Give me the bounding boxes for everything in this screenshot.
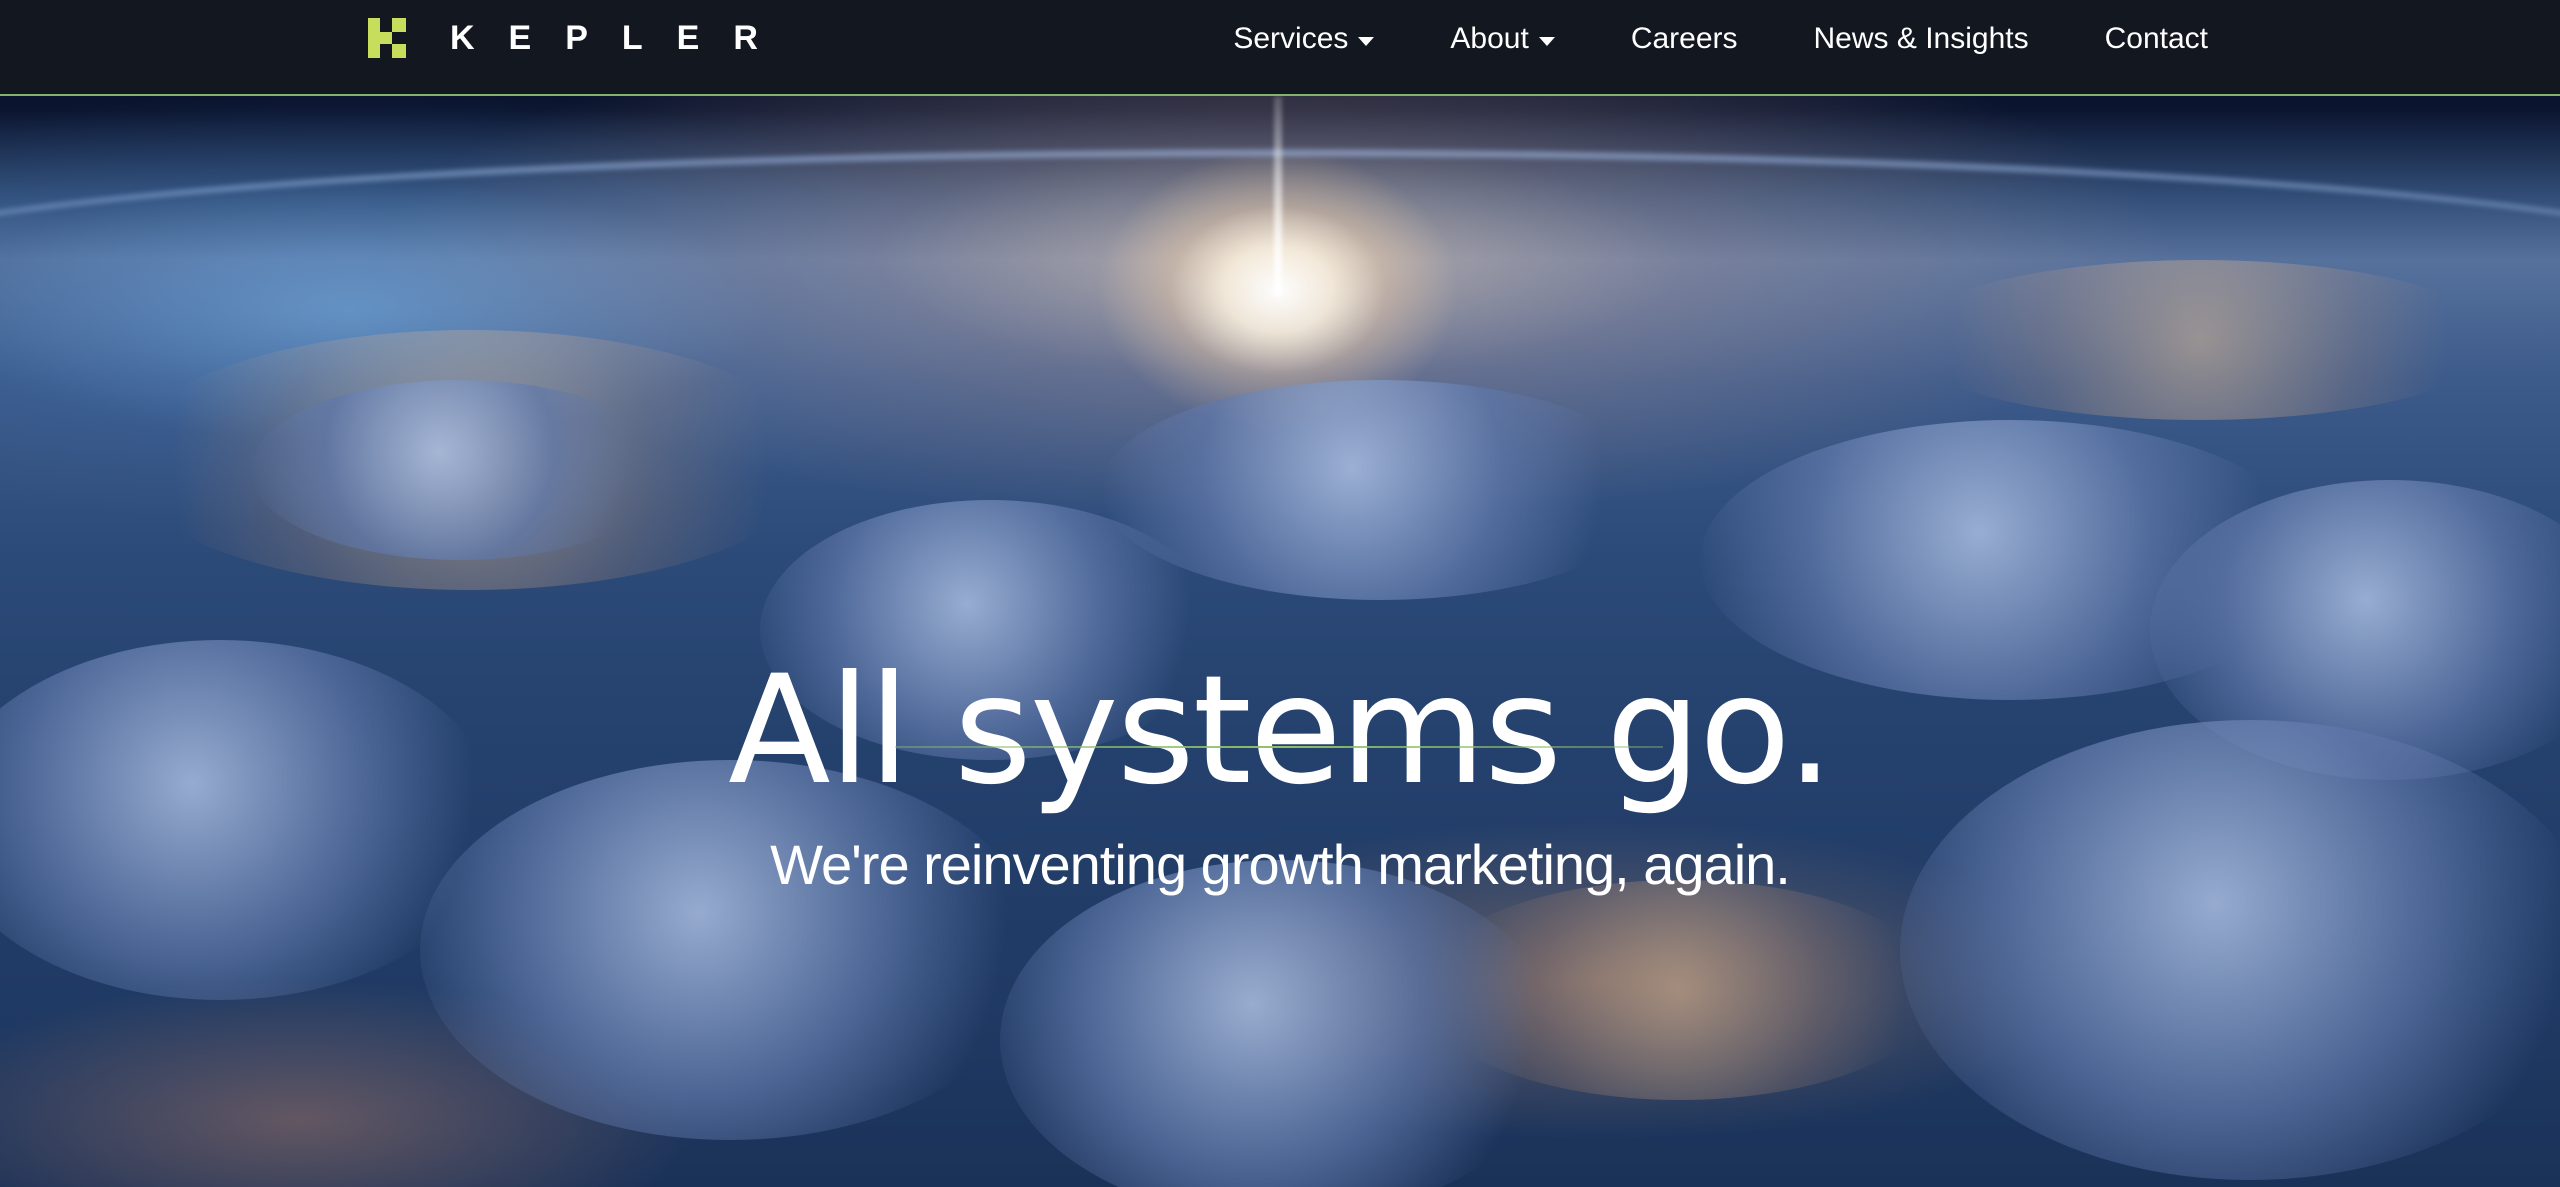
site-header: KEPLER Services About Careers News & Ins… xyxy=(0,0,2560,96)
nav-item-news-insights[interactable]: News & Insights xyxy=(1814,22,2029,56)
nav-item-label: Contact xyxy=(2104,22,2208,55)
brand-name: KEPLER xyxy=(450,18,792,57)
nav-item-label: Careers xyxy=(1630,22,1738,55)
city-lights xyxy=(1900,260,2500,420)
kepler-logo-icon xyxy=(368,18,406,58)
nav-item-contact[interactable]: Contact xyxy=(2105,22,2208,56)
hero-divider xyxy=(895,746,1663,748)
hero-subtitle: We're reinventing growth marketing, agai… xyxy=(770,833,1791,896)
page: KEPLER Services About Careers News & Ins… xyxy=(0,0,2560,1187)
nav-item-label: Services xyxy=(1233,22,1349,55)
nav-item-label: News & Insights xyxy=(1813,22,2029,55)
caret-down-icon xyxy=(1358,36,1375,46)
launch-light-beam xyxy=(1274,96,1282,296)
brand-logo[interactable]: KEPLER xyxy=(368,18,792,58)
cloud xyxy=(250,380,670,560)
nav-item-services[interactable]: Services xyxy=(1233,22,1375,56)
hero-title: All systems go. xyxy=(728,643,1834,818)
nav-item-label: About xyxy=(1450,22,1529,55)
nav-item-careers[interactable]: Careers xyxy=(1631,22,1738,56)
caret-down-icon xyxy=(1538,36,1555,46)
hero-background-image xyxy=(0,0,2560,1187)
nav-item-about[interactable]: About xyxy=(1450,22,1555,56)
main-nav: Services About Careers News & Insights C… xyxy=(1157,0,2208,78)
cloud xyxy=(1000,860,1560,1187)
